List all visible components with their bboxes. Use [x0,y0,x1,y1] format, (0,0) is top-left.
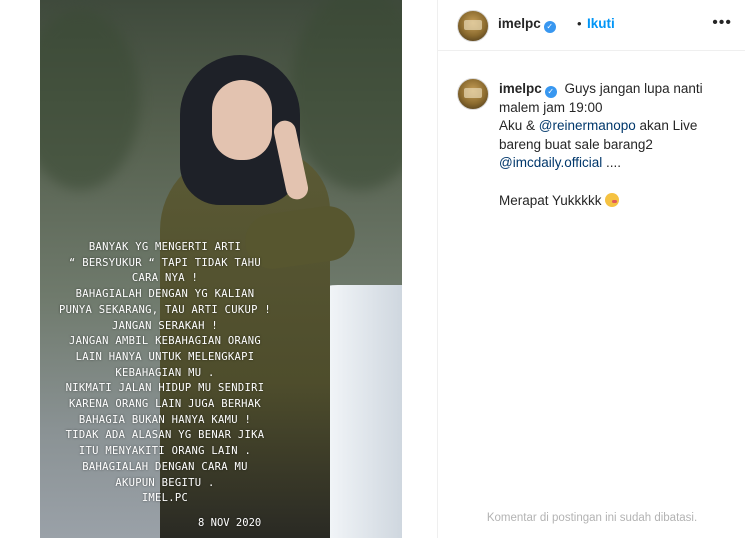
header-username[interactable]: imelpc ✓ [498,16,556,33]
caption-line: IMEL.PC [141,492,189,505]
separator-dot: • [577,16,582,31]
caption-line: CARA NYA ! [131,272,199,285]
caption-line: BAHAGIALAH DENGAN YG KALIAN [75,288,255,301]
caption-line: BANYAK YG MENGERTI ARTI [88,241,242,253]
verified-badge-icon: ✓ [544,86,557,98]
story-caption: BANYAK YG MENGERTI ARTI “ BERSYUKUR “ TA… [50,240,280,507]
kiss-emoji-icon [605,192,620,207]
caption-username[interactable]: imelpc ✓ [499,81,557,98]
background-foliage [40,10,140,190]
post-panel: imelpc ✓ • Ikuti ••• imelpc ✓ Guys jangan … [437,0,745,538]
caption-line: JANGAN SERAKAH ! [112,319,218,332]
caption-line: JANGAN AMBIL KEBAHAGIAN ORANG [68,335,262,348]
background-foliage [290,0,402,190]
caption-text: imelpc ✓ Guys jangan lupa nanti malem jam… [499,80,729,210]
face [212,80,272,160]
caption-line: ITU MENYAKITI ORANG LAIN . [78,445,252,458]
mention-link[interactable]: @imcdaily.official [499,155,602,170]
comments-disabled-note: Komentar di postingan ini sudah dibatasi… [486,512,698,524]
caption-line: PUNYA SEKARANG, TAU ARTI CUKUP ! [59,303,271,316]
caption-line: “ BERSYUKUR “ TAPI TIDAK TAHU [68,256,262,269]
mention-link[interactable]: @reinermanopo [539,118,636,133]
caption-line-3-suffix: .... [602,155,621,171]
verified-badge-icon: ✓ [543,21,556,33]
caption-line-2-prefix: Aku & [499,118,539,134]
follow-button[interactable]: Ikuti [587,16,615,31]
caption-line: KEBAHAGIAN MU . [115,366,215,379]
story-date: 8 NOV 2020 [198,517,262,529]
caption-line: BAHAGIALAH DENGAN CARA MU [82,460,248,473]
caption-line: AKUPUN BEGITU . [115,476,215,489]
caption-line: KARENA ORANG LAIN JUGA BERHAK [68,398,262,411]
post-media[interactable]: BANYAK YG MENGERTI ARTI “ BERSYUKUR “ TA… [0,0,437,538]
caption-line: BAHAGIA BUKAN HANYA KAMU ! [78,413,252,426]
post-header: imelpc ✓ • Ikuti ••• [438,0,745,51]
more-options-icon[interactable]: ••• [712,14,732,32]
caption-line: TIDAK ADA ALASAN YG BENAR JIKA [65,429,265,442]
caption-line: NIKMATI JALAN HIDUP MU SENDIRI [65,382,265,395]
caption-line-4: Merapat Yukkkkk [499,192,602,208]
caption-line: LAIN HANYA UNTUK MELENGKAPI [75,350,255,363]
avatar[interactable] [457,78,489,110]
avatar[interactable] [457,10,489,42]
